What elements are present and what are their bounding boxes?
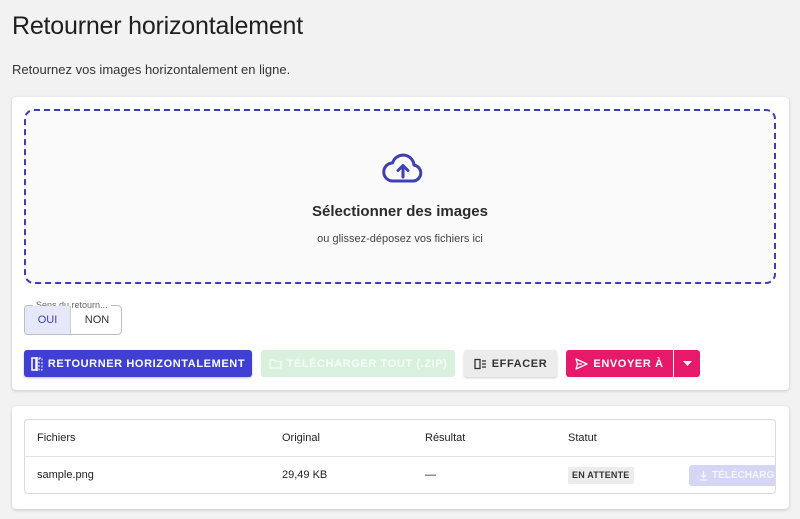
file-status: EN ATTENTE	[568, 457, 634, 493]
download-all-button[interactable]: TÉLÉCHARGER TOUT (.ZIP)	[261, 350, 455, 377]
flip-icon	[31, 356, 43, 371]
row-download-button[interactable]: TÉLÉCHARGER	[689, 465, 775, 486]
dropzone-subtitle: ou glissez-déposez vos fichiers ici	[317, 233, 483, 245]
clear-label: EFFACER	[491, 357, 548, 370]
header-files: Fichiers	[37, 432, 76, 444]
send-to-button[interactable]: ENVOYER À	[566, 350, 673, 377]
clear-list-icon	[474, 358, 486, 369]
clear-button[interactable]: EFFACER	[464, 350, 557, 377]
row-download-label: TÉLÉCHARGER	[712, 470, 775, 481]
download-icon	[699, 470, 708, 481]
file-name: sample.png	[37, 469, 94, 481]
files-card: Fichiers Original Résultat Statut sample…	[12, 406, 789, 509]
header-result: Résultat	[425, 432, 466, 444]
file-result: —	[425, 469, 436, 481]
header-status: Statut	[568, 432, 597, 444]
folder-icon	[268, 359, 282, 369]
header-original: Original	[282, 432, 320, 444]
direction-toggle: Sens du retourn... OUI NON	[24, 299, 122, 335]
upload-card: Sélectionner des images ou glissez-dépos…	[12, 97, 789, 390]
status-badge: EN ATTENTE	[568, 466, 634, 484]
table-row: sample.png 29,49 KB — EN ATTENTE TÉLÉCHA…	[25, 457, 775, 493]
page-subtitle: Retournez vos images horizontalement en …	[12, 62, 291, 77]
send-to-dropdown-button[interactable]	[674, 350, 700, 377]
direction-option-non[interactable]: NON	[72, 306, 122, 334]
direction-option-oui[interactable]: OUI	[25, 306, 71, 334]
files-table: Fichiers Original Résultat Statut sample…	[24, 419, 776, 494]
cloud-upload-icon	[382, 153, 423, 183]
table-header-row: Fichiers Original Résultat Statut	[25, 420, 775, 457]
dropzone[interactable]: Sélectionner des images ou glissez-dépos…	[24, 109, 776, 284]
flip-horizontal-button[interactable]: RETOURNER HORIZONTALEMENT	[24, 350, 252, 377]
send-icon	[575, 357, 589, 370]
file-original-size: 29,49 KB	[282, 469, 328, 481]
dropzone-title: Sélectionner des images	[312, 203, 488, 220]
download-all-label: TÉLÉCHARGER TOUT (.ZIP)	[286, 357, 448, 370]
send-to-label: ENVOYER À	[593, 357, 664, 370]
caret-down-icon	[682, 360, 692, 366]
flip-horizontal-label: RETOURNER HORIZONTALEMENT	[47, 357, 246, 370]
page-title: Retourner horizontalement	[12, 12, 303, 40]
